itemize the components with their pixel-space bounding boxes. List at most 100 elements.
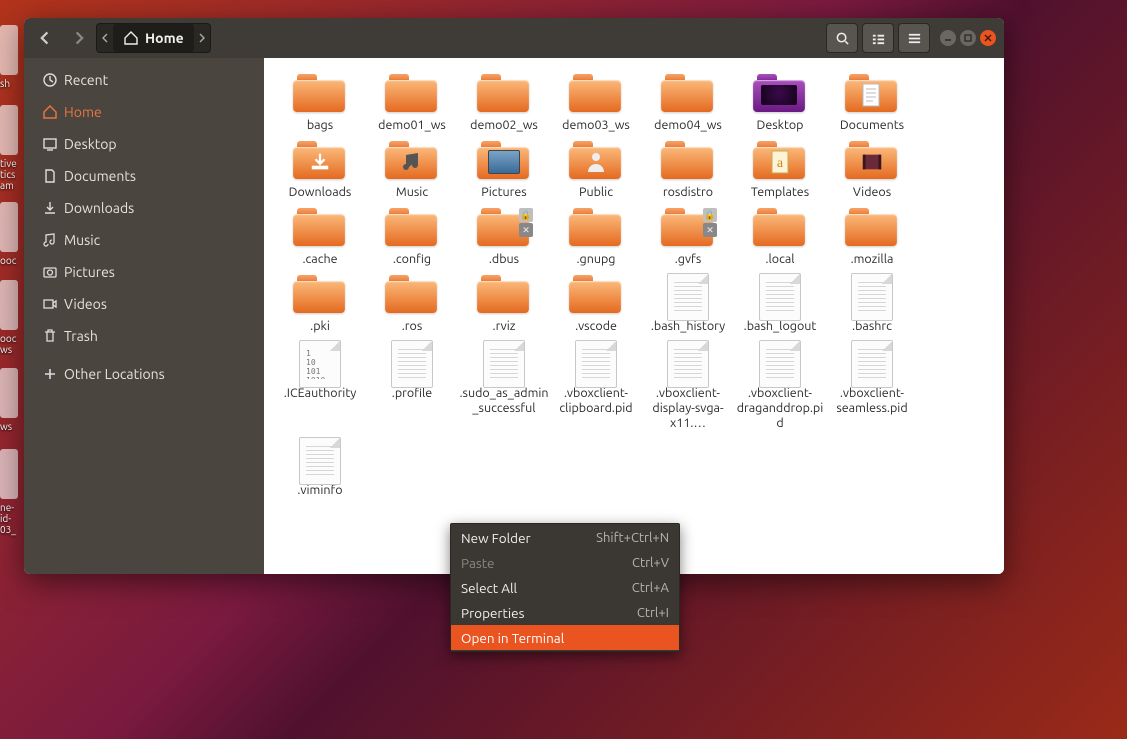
file-item[interactable]: .vboxclient-clipboard.pid <box>550 340 642 431</box>
file-item[interactable]: Music <box>366 139 458 200</box>
file-item[interactable]: Desktop <box>734 72 826 133</box>
file-item[interactable]: .config <box>366 206 458 267</box>
file-item[interactable]: .ros <box>366 273 458 334</box>
file-item[interactable]: .gnupg <box>550 206 642 267</box>
desktop-icon-fragment <box>0 280 18 330</box>
file-icon <box>851 340 893 388</box>
file-item[interactable]: .pki <box>274 273 366 334</box>
context-menu-label: New Folder <box>461 530 531 546</box>
folder-icon <box>385 72 437 112</box>
home-icon <box>36 104 64 120</box>
file-label: .gnupg <box>576 252 615 267</box>
folder-icon <box>661 72 713 112</box>
folder-icon <box>845 72 897 112</box>
file-label: .viminfo <box>297 483 342 498</box>
file-label: Videos <box>853 185 891 200</box>
file-item[interactable]: demo02_ws <box>458 72 550 133</box>
file-item[interactable]: .vscode <box>550 273 642 334</box>
path-bar[interactable]: Home <box>96 23 211 53</box>
sidebar-item-desktop[interactable]: Desktop <box>24 128 264 160</box>
desktop-label-fragment: ws <box>0 421 24 432</box>
desktop-label-fragment: ooc <box>0 255 24 266</box>
sidebar-item-label: Desktop <box>64 136 117 152</box>
file-item[interactable]: .vboxclient-display-svga-x11.… <box>642 340 734 431</box>
desktop-icon-fragment <box>0 105 18 155</box>
maximize-button[interactable] <box>960 30 976 46</box>
file-item[interactable]: 1101011010 .ICEauthority <box>274 340 366 431</box>
sidebar-item-pictures[interactable]: Pictures <box>24 256 264 288</box>
file-icon <box>759 273 801 321</box>
file-item[interactable]: demo04_ws <box>642 72 734 133</box>
file-pane[interactable]: bags demo01_ws demo02_ws demo03_ws demo0… <box>264 58 1004 574</box>
file-item[interactable]: bags <box>274 72 366 133</box>
back-button[interactable] <box>31 24 61 52</box>
file-item[interactable]: .sudo_as_admin_successful <box>458 340 550 431</box>
file-item[interactable]: .vboxclient-seamless.pid <box>826 340 918 431</box>
file-item[interactable]: a Templates <box>734 139 826 200</box>
close-button[interactable] <box>980 30 996 46</box>
file-item[interactable]: .bashrc <box>826 273 918 334</box>
file-label: .local <box>765 252 794 267</box>
file-label: .vboxclient-display-svga-x11.… <box>643 386 733 431</box>
file-item[interactable]: Pictures <box>458 139 550 200</box>
sidebar-item-recent[interactable]: Recent <box>24 64 264 96</box>
file-label: .bash_history <box>651 319 725 334</box>
folder-icon: a <box>753 139 805 179</box>
folder-icon <box>569 206 621 246</box>
sidebar-item-home[interactable]: Home <box>24 96 264 128</box>
sidebar-item-other-locations[interactable]: Other Locations <box>24 358 264 390</box>
sidebar-item-trash[interactable]: Trash <box>24 320 264 352</box>
sidebar-item-label: Recent <box>64 72 108 88</box>
file-item[interactable]: .bash_logout <box>734 273 826 334</box>
view-mode-button[interactable] <box>862 23 894 53</box>
folder-icon <box>293 206 345 246</box>
file-label: demo04_ws <box>654 118 722 133</box>
file-item[interactable]: .cache <box>274 206 366 267</box>
context-menu-open-terminal[interactable]: Open in Terminal <box>451 625 679 650</box>
file-item[interactable]: Public <box>550 139 642 200</box>
file-item[interactable]: .profile <box>366 340 458 431</box>
search-button[interactable] <box>826 23 858 53</box>
file-item[interactable]: .vboxclient-draganddrop.pid <box>734 340 826 431</box>
file-item[interactable]: .mozilla <box>826 206 918 267</box>
file-icon <box>759 340 801 388</box>
file-icon <box>483 340 525 388</box>
desktop-label-fragment: sh <box>0 78 24 89</box>
sidebar: Recent Home Desktop Documents Downloads … <box>24 58 264 574</box>
home-icon <box>123 30 139 46</box>
file-item[interactable]: Documents <box>826 72 918 133</box>
file-item[interactable]: Downloads <box>274 139 366 200</box>
desktop-label-fragment: tive tics am <box>0 158 24 191</box>
file-label: .ros <box>402 319 423 334</box>
file-label: .sudo_as_admin_successful <box>459 386 549 416</box>
file-item[interactable]: demo03_ws <box>550 72 642 133</box>
forward-button[interactable] <box>63 24 93 52</box>
context-menu-select-all[interactable]: Select All Ctrl+A <box>451 575 679 600</box>
file-item[interactable]: 🔒✕ .gvfs <box>642 206 734 267</box>
context-menu-new-folder[interactable]: New Folder Shift+Ctrl+N <box>451 525 679 550</box>
file-label: .bash_logout <box>744 319 817 334</box>
folder-icon <box>477 273 529 313</box>
file-item[interactable]: 🔒✕ .dbus <box>458 206 550 267</box>
hamburger-menu-button[interactable] <box>898 23 930 53</box>
file-item[interactable]: demo01_ws <box>366 72 458 133</box>
sidebar-item-label: Home <box>64 104 102 120</box>
file-item[interactable]: .rviz <box>458 273 550 334</box>
file-label: .ICEauthority <box>284 386 357 401</box>
folder-icon <box>661 139 713 179</box>
file-icon <box>667 340 709 388</box>
clock-icon <box>36 72 64 88</box>
sidebar-item-downloads[interactable]: Downloads <box>24 192 264 224</box>
file-item[interactable]: Videos <box>826 139 918 200</box>
file-item[interactable]: .local <box>734 206 826 267</box>
desktop-icon-fragment <box>0 449 18 499</box>
minimize-button[interactable] <box>940 30 956 46</box>
sidebar-item-music[interactable]: Music <box>24 224 264 256</box>
file-item[interactable]: .bash_history <box>642 273 734 334</box>
sidebar-item-videos[interactable]: Videos <box>24 288 264 320</box>
context-menu-properties[interactable]: Properties Ctrl+I <box>451 600 679 625</box>
file-label: demo02_ws <box>470 118 538 133</box>
file-item[interactable]: .viminfo <box>274 437 366 498</box>
file-item[interactable]: rosdistro <box>642 139 734 200</box>
sidebar-item-documents[interactable]: Documents <box>24 160 264 192</box>
